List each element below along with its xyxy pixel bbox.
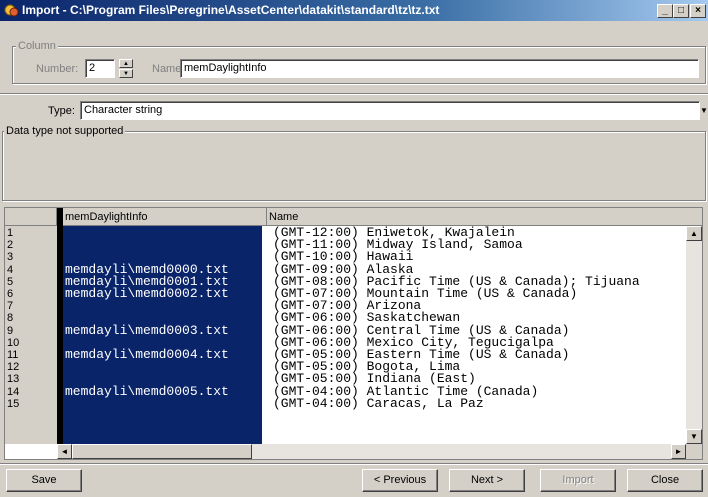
cell-memdaylightinfo[interactable]: memdayli\memd0002.txt	[65, 287, 229, 300]
import-label: Import	[562, 474, 594, 486]
row-number: 2	[7, 239, 14, 252]
header-filler	[694, 208, 702, 226]
row-number: 1	[7, 227, 14, 239]
maximize-icon: □	[677, 5, 685, 16]
column-group-label: Column	[16, 40, 58, 52]
number-field[interactable]: 2	[85, 59, 115, 78]
app-icon	[4, 4, 19, 17]
window-title: Import - C:\Program Files\Peregrine\Asse…	[22, 3, 440, 17]
import-button[interactable]: Import	[540, 469, 616, 492]
row-number: 14	[7, 385, 20, 398]
minimize-icon: _	[662, 5, 668, 16]
row-number: 13	[7, 373, 20, 386]
row-numbers: 1 2 3 4 5 6 7 8 9 10 11 12 13 14 15	[5, 226, 57, 444]
close-label: Close	[650, 474, 680, 486]
close-icon: ×	[695, 5, 701, 16]
row-number: 10	[7, 336, 20, 349]
spin-up-icon[interactable]: ▲	[119, 59, 133, 68]
vertical-scrollbar[interactable]: ▲ ▼	[686, 226, 702, 444]
bottom-divider	[0, 463, 708, 465]
save-button[interactable]: Save	[6, 469, 82, 492]
column-name[interactable]: (GMT-12:00) Eniwetok, Kwajalein (GMT-11:0…	[267, 226, 694, 444]
cell-name[interactable]: (GMT-04:00) Caracas, La Paz	[273, 397, 484, 410]
corner-header	[5, 208, 57, 226]
divider	[0, 93, 708, 95]
row-number: 5	[7, 275, 14, 288]
horizontal-scrollbar[interactable]: ◄ ►	[57, 444, 686, 459]
next-button[interactable]: Next >	[449, 469, 525, 492]
row-number: 11	[7, 349, 19, 361]
column-memdaylightinfo[interactable]: memdayli\memd0000.txt memdayli\memd0001.t…	[63, 226, 262, 444]
column-header-memdaylightinfo[interactable]: memDaylightInfo	[63, 208, 267, 226]
name-field[interactable]: memDaylightInfo	[180, 59, 699, 78]
number-label: Number:	[36, 63, 79, 75]
data-type-group	[2, 131, 706, 201]
title-bar[interactable]: Import - C:\Program Files\Peregrine\Asse…	[0, 0, 708, 21]
cell-memdaylightinfo[interactable]: memdayli\memd0003.txt	[65, 324, 229, 337]
scroll-thumb[interactable]	[72, 444, 252, 459]
row-number: 15	[7, 397, 20, 410]
close-button[interactable]: Close	[627, 469, 703, 492]
scroll-right-icon[interactable]: ►	[671, 444, 686, 459]
type-select[interactable]: Character string	[80, 101, 700, 120]
row-number: 7	[7, 300, 14, 313]
maximize-button[interactable]: □	[673, 4, 689, 18]
row-number: 4	[7, 263, 14, 276]
scroll-down-icon[interactable]: ▼	[686, 429, 702, 444]
chevron-down-icon[interactable]: ▼	[700, 101, 708, 120]
spin-down-icon[interactable]: ▼	[119, 69, 133, 78]
data-type-group-label: Data type not supported	[4, 125, 126, 137]
type-label: Type:	[48, 105, 75, 117]
previous-button[interactable]: < Previous	[362, 469, 438, 492]
size-grip	[686, 444, 702, 459]
minimize-button[interactable]: _	[657, 4, 673, 18]
scroll-left-icon[interactable]: ◄	[57, 444, 72, 459]
cell-memdaylightinfo[interactable]: memdayli\memd0004.txt	[65, 348, 229, 361]
row-number: 8	[7, 312, 14, 325]
scroll-up-icon[interactable]: ▲	[686, 226, 702, 241]
row-number: 9	[7, 324, 14, 337]
row-number: 6	[7, 288, 14, 300]
number-spinner[interactable]: ▲ ▼	[119, 59, 133, 78]
save-label: Save	[31, 474, 57, 486]
row-number: 3	[7, 251, 14, 264]
close-window-button[interactable]: ×	[690, 4, 706, 18]
preview-grid[interactable]: memDaylightInfo Name 1 2 3 4 5 6 7 8 9 10 11 12 13 14…	[4, 207, 703, 460]
row-number: 12	[7, 361, 20, 374]
next-label: Next >	[470, 474, 504, 486]
cell-memdaylightinfo[interactable]: memdayli\memd0005.txt	[65, 385, 229, 398]
previous-label: < Previous	[373, 474, 427, 486]
column-header-name[interactable]: Name	[267, 208, 694, 226]
